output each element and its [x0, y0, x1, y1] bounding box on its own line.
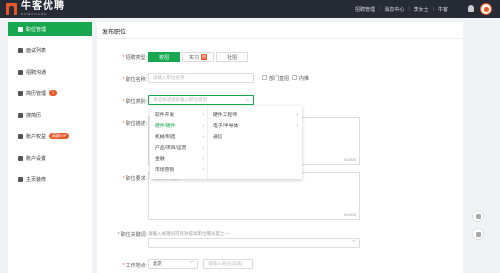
- address-input[interactable]: 请输入地址(选填): [203, 259, 253, 269]
- chevron-right-icon: ›: [202, 122, 204, 129]
- user-icon: [18, 155, 23, 161]
- recruit-type-intern[interactable]: 实习热: [182, 52, 214, 62]
- chevron-right-icon: ›: [202, 111, 204, 118]
- sidebar-item-label: 简历管理: [26, 90, 47, 97]
- keywords-input[interactable]: ﹀: [148, 238, 360, 248]
- char-counter: 0/2000: [343, 157, 356, 162]
- keywords-label: *职位关键词:: [117, 232, 147, 238]
- document-icon: [476, 214, 481, 219]
- chevron-right-icon: ›: [202, 166, 204, 173]
- cascader-option[interactable]: 软件开发 ›: [150, 109, 208, 120]
- logo-text[interactable]: 牛客优聘: [21, 1, 65, 12]
- briefcase-icon: [18, 26, 23, 32]
- chevron-right-icon: ›: [296, 111, 298, 118]
- sidebar-item-search-resumes[interactable]: 搜简历: [8, 108, 92, 122]
- chevron-right-icon: ›: [202, 133, 204, 140]
- sidebar-item-account-benefits[interactable]: 账户权益 高级VIP: [8, 129, 92, 143]
- header-links: 招聘管理 | 消息中心 | 李女士 | 牛客: [355, 0, 448, 18]
- vip-badge: 高级VIP: [49, 133, 70, 139]
- job-description-label: *职位描述:: [122, 121, 147, 127]
- cascader-option[interactable]: 电子/半导体 ›: [208, 120, 302, 131]
- sidebar: 职位管理 面试列表 招聘沟通 简历管理 1 搜简历 账户权益 高级VIP 账户设…: [8, 22, 92, 273]
- cascader-option[interactable]: 金融 ›: [150, 153, 208, 164]
- divider: [97, 38, 463, 39]
- job-category-label: *职位类别:: [122, 99, 147, 105]
- sidebar-item-label: 职位管理: [26, 26, 47, 33]
- divider: |: [379, 6, 381, 12]
- chat-icon: [18, 69, 23, 75]
- job-category-cascader: 软件开发 › 硬件/硬件 › 机械/制造 › 产品/项目/运营 › 金融 › 市场营销 › …: [150, 106, 302, 179]
- logo-icon[interactable]: [6, 3, 17, 15]
- recruit-type-label: *招聘类型:: [122, 55, 147, 61]
- page-title: 发布职位: [102, 30, 127, 36]
- logo-subtitle: NOWCOURE: [21, 12, 48, 16]
- direct-hire-checkbox[interactable]: [262, 75, 267, 80]
- hot-badge: 热: [201, 54, 207, 60]
- job-category-select[interactable]: 请选择或搜索输入职位类别 ︿: [148, 95, 254, 105]
- cascader-option[interactable]: 产品/项目/运营 ›: [150, 142, 208, 153]
- header-link-user[interactable]: 李女士: [414, 6, 429, 13]
- search-icon: [18, 112, 23, 118]
- work-location-label: *工作地点:: [122, 263, 147, 269]
- divider: |: [432, 6, 434, 12]
- recruit-type-social[interactable]: 社招: [216, 52, 248, 62]
- cascader-level2: 硬件工程师 › 电子/半导体 › 通信: [208, 106, 302, 179]
- cascader-option[interactable]: 通信: [208, 131, 302, 142]
- calendar-icon: [18, 47, 23, 53]
- referral-label: 内推: [299, 76, 310, 82]
- cascader-option[interactable]: 机械/制造 ›: [150, 131, 208, 142]
- chevron-down-icon: ﹀: [188, 261, 194, 267]
- sidebar-item-label: 招聘沟通: [26, 69, 47, 76]
- cascader-option[interactable]: 硬件工程师 ›: [208, 109, 302, 120]
- document-icon: [18, 90, 23, 96]
- chevron-down-icon: ﹀: [350, 240, 356, 246]
- sidebar-item-label: 账户设置: [26, 155, 47, 162]
- city-select[interactable]: 北京 ﹀: [148, 259, 198, 269]
- referral-checkbox[interactable]: [292, 75, 297, 80]
- sidebar-item-job-management[interactable]: 职位管理: [8, 22, 92, 36]
- sidebar-item-label: 面试列表: [26, 47, 47, 54]
- cascader-option[interactable]: 市场营销 ›: [150, 164, 208, 175]
- char-counter: 0/2000: [343, 212, 356, 217]
- chevron-right-icon: ›: [202, 144, 204, 151]
- edit-button[interactable]: [472, 228, 484, 240]
- keywords-hint: 请输入关键词可有效提高职位曝光度之一: [148, 231, 229, 236]
- avatar[interactable]: [480, 3, 492, 15]
- bell-icon[interactable]: [468, 5, 474, 12]
- job-requirements-label: *职位要求:: [122, 176, 147, 182]
- job-requirements-textarea[interactable]: 请输入职位要求 0/2000: [148, 172, 360, 220]
- sidebar-item-label: 账户权益: [26, 133, 47, 140]
- header-link-nowcoder[interactable]: 牛客: [438, 6, 448, 13]
- header-link-recruit[interactable]: 招聘管理: [355, 6, 375, 13]
- job-name-label: *职位名称:: [122, 77, 147, 83]
- sidebar-item-homepage-decor[interactable]: 主页装修: [8, 172, 92, 186]
- count-badge: 1: [49, 90, 58, 96]
- direct-hire-label: 部门直招: [269, 76, 290, 82]
- sidebar-item-label: 主页装修: [26, 176, 47, 183]
- feedback-button[interactable]: [472, 210, 484, 222]
- sidebar-item-interviews[interactable]: 面试列表: [8, 43, 92, 57]
- chevron-up-icon: ︿: [244, 97, 250, 103]
- sidebar-item-account-settings[interactable]: 账户设置: [8, 151, 92, 165]
- cascader-level1: 软件开发 › 硬件/硬件 › 机械/制造 › 产品/项目/运营 › 金融 › 市场营销 ›: [150, 106, 208, 179]
- divider: |: [408, 6, 410, 12]
- job-name-input[interactable]: 请输入职位名称: [148, 73, 254, 83]
- sidebar-item-resumes[interactable]: 简历管理 1: [8, 86, 92, 100]
- chevron-right-icon: ›: [202, 155, 204, 162]
- home-icon: [18, 176, 23, 182]
- top-navigation-bar: 牛客优聘 NOWCOURE 招聘管理 | 消息中心 | 李女士 | 牛客: [0, 0, 500, 18]
- chevron-right-icon: ›: [296, 122, 298, 129]
- pencil-icon: [476, 232, 481, 237]
- cascader-option-selected[interactable]: 硬件/硬件 ›: [150, 120, 208, 131]
- recruit-type-campus[interactable]: 校招: [148, 52, 180, 62]
- crown-icon: [18, 133, 23, 139]
- sidebar-item-chat[interactable]: 招聘沟通: [8, 65, 92, 79]
- sidebar-item-label: 搜简历: [26, 112, 42, 119]
- header-link-messages[interactable]: 消息中心: [384, 6, 404, 13]
